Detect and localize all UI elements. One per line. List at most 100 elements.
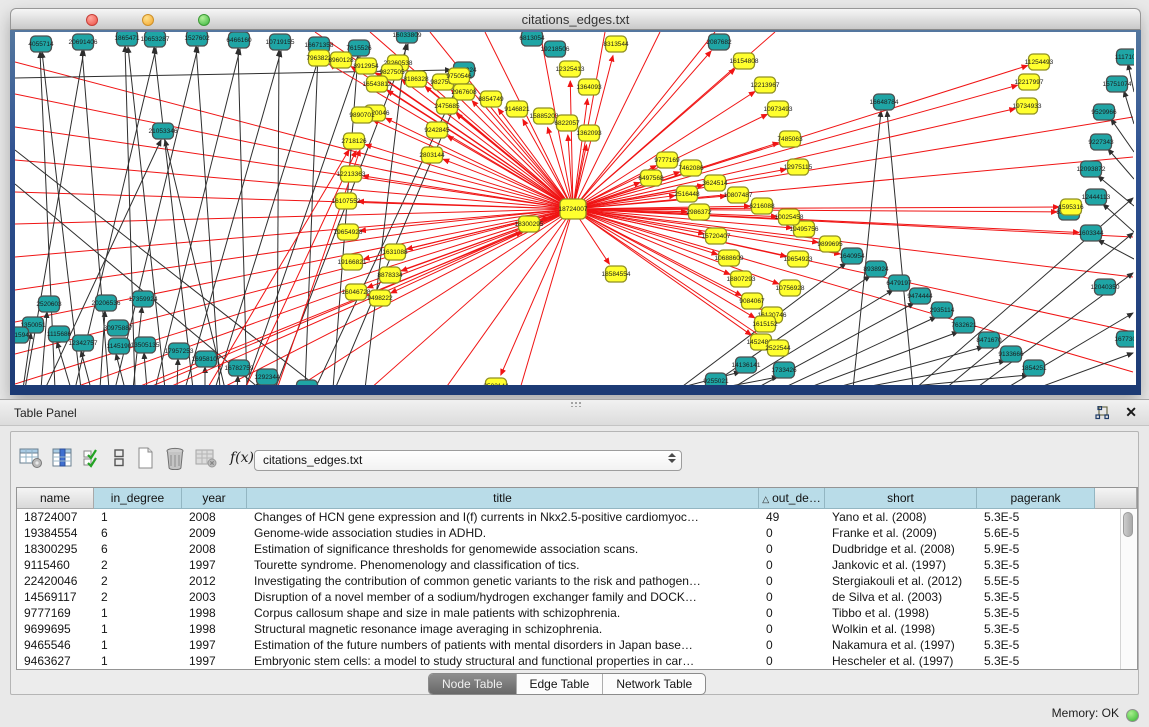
table-cell[interactable]: 0 [759, 557, 825, 573]
table-cell[interactable]: 0 [759, 525, 825, 541]
table-cell[interactable]: 18724007 [17, 509, 94, 525]
tab-network-table[interactable]: Network Table [602, 674, 705, 694]
table-cell[interactable]: 9463627 [17, 653, 94, 669]
table-cell[interactable]: 2 [94, 573, 182, 589]
network-canvas[interactable]: 4055714206914061865471106532871527602646… [15, 32, 1136, 385]
column-header-out_de[interactable]: △out_de… [759, 488, 825, 509]
table-cell[interactable]: 0 [759, 589, 825, 605]
table-cell[interactable]: 1997 [182, 653, 247, 669]
table-row[interactable]: 1830029562008Estimation of significance … [17, 541, 1137, 557]
row-options-button[interactable] [112, 448, 126, 468]
table-row[interactable]: 911546021997Tourette syndrome. Phenomeno… [17, 557, 1137, 573]
table-cell[interactable]: Jankovic et al. (1997) [825, 557, 977, 573]
table-cell[interactable]: 5.3E-5 [977, 637, 1095, 653]
table-cell[interactable]: 0 [759, 541, 825, 557]
table-scrollbar-thumb[interactable] [1123, 512, 1133, 537]
table-cell[interactable]: 5.5E-5 [977, 573, 1095, 589]
table-cell[interactable]: 2012 [182, 573, 247, 589]
table-cell[interactable]: 9465546 [17, 637, 94, 653]
table-cell[interactable]: Franke et al. (2009) [825, 525, 977, 541]
table-cell[interactable]: 49 [759, 509, 825, 525]
tab-node-table[interactable]: Node Table [429, 674, 516, 694]
table-row[interactable]: 1938455462009Genome-wide association stu… [17, 525, 1137, 541]
table-row[interactable]: 946362711997Embryonic stem cells: a mode… [17, 653, 1137, 669]
table-cell[interactable]: 1 [94, 605, 182, 621]
table-row[interactable]: 1872400712008Changes of HCN gene express… [17, 509, 1137, 525]
minimize-window-button[interactable] [142, 14, 154, 26]
table-cell[interactable]: Structural magnetic resonance image aver… [247, 621, 759, 637]
table-cell[interactable]: 5.3E-5 [977, 605, 1095, 621]
table-cell[interactable]: 5.9E-5 [977, 541, 1095, 557]
show-columns-button[interactable] [52, 447, 74, 469]
table-cell[interactable]: 5.3E-5 [977, 557, 1095, 573]
close-panel-icon[interactable]: ✕ [1125, 404, 1137, 420]
table-row[interactable]: 1456911722003Disruption of a novel membe… [17, 589, 1137, 605]
delete-column-button[interactable] [164, 447, 186, 470]
column-header-year[interactable]: year [182, 488, 247, 509]
table-cell[interactable]: de Silva et al. (2003) [825, 589, 977, 605]
column-header-in_degree[interactable]: in_degree [94, 488, 182, 509]
table-cell[interactable]: 9115460 [17, 557, 94, 573]
table-cell[interactable]: Yano et al. (2008) [825, 509, 977, 525]
table-cell[interactable]: 6 [94, 541, 182, 557]
table-cell[interactable]: 0 [759, 621, 825, 637]
table-cell[interactable]: 2008 [182, 541, 247, 557]
table-cell[interactable]: 5.3E-5 [977, 621, 1095, 637]
table-cell[interactable]: 1998 [182, 621, 247, 637]
table-cell[interactable]: 18300295 [17, 541, 94, 557]
column-header-name[interactable]: name [17, 488, 94, 509]
table-cell[interactable]: Tibbo et al. (1998) [825, 605, 977, 621]
table-cell[interactable]: 1997 [182, 557, 247, 573]
delete-table-button[interactable] [195, 447, 217, 469]
table-cell[interactable]: 5.3E-5 [977, 589, 1095, 605]
table-scrollbar[interactable] [1120, 509, 1137, 669]
function-builder-button[interactable]: f(x) [230, 450, 254, 466]
table-cell[interactable]: 0 [759, 573, 825, 589]
table-row[interactable]: 969969511998Structural magnetic resonanc… [17, 621, 1137, 637]
table-cell[interactable]: 1 [94, 653, 182, 669]
divider-grip-icon[interactable] [570, 401, 582, 407]
table-cell[interactable]: 2003 [182, 589, 247, 605]
table-cell[interactable]: 5.3E-5 [977, 653, 1095, 669]
table-cell[interactable]: 1 [94, 509, 182, 525]
table-cell[interactable]: Estimation of significance thresholds fo… [247, 541, 759, 557]
table-cell[interactable]: Corpus callosum shape and size in male p… [247, 605, 759, 621]
table-cell[interactable]: 19384554 [17, 525, 94, 541]
table-cell[interactable]: Hescheler et al. (1997) [825, 653, 977, 669]
table-cell[interactable]: 2009 [182, 525, 247, 541]
table-cell[interactable]: 5.3E-5 [977, 509, 1095, 525]
table-cell[interactable]: 14569117 [17, 589, 94, 605]
table-cell[interactable]: 2 [94, 557, 182, 573]
column-header-pagerank[interactable]: pagerank [977, 488, 1095, 509]
table-cell[interactable]: 22420046 [17, 573, 94, 589]
table-select-dropdown[interactable]: citations_edges.txt [254, 450, 682, 471]
table-cell[interactable]: Changes of HCN gene expression and I(f) … [247, 509, 759, 525]
table-cell[interactable]: 2 [94, 589, 182, 605]
table-row[interactable]: 977716911998Corpus callosum shape and si… [17, 605, 1137, 621]
table-cell[interactable]: 9699695 [17, 621, 94, 637]
zoom-window-button[interactable] [198, 14, 210, 26]
create-column-button[interactable] [135, 447, 155, 469]
select-columns-button[interactable] [83, 448, 103, 468]
close-window-button[interactable] [86, 14, 98, 26]
table-cell[interactable]: 0 [759, 637, 825, 653]
table-cell[interactable]: Stergiakouli et al. (2012) [825, 573, 977, 589]
table-row[interactable]: 946554611997Estimation of the future num… [17, 637, 1137, 653]
node-table[interactable]: namein_degreeyeartitle△out_de…shortpager… [16, 487, 1138, 670]
column-header-short[interactable]: short [825, 488, 977, 509]
table-cell[interactable]: 9777169 [17, 605, 94, 621]
table-cell[interactable]: Genome-wide association studies in ADHD. [247, 525, 759, 541]
tab-edge-table[interactable]: Edge Table [516, 674, 603, 694]
table-cell[interactable]: 5.6E-5 [977, 525, 1095, 541]
table-cell[interactable]: 1997 [182, 637, 247, 653]
table-cell[interactable]: 6 [94, 525, 182, 541]
table-cell[interactable]: 1 [94, 621, 182, 637]
window-titlebar[interactable]: citations_edges.txt [10, 8, 1141, 30]
float-panel-icon[interactable] [1095, 406, 1109, 420]
table-cell[interactable]: Dudbridge et al. (2008) [825, 541, 977, 557]
citation-network-graph[interactable]: 4055714206914061865471106532871527602646… [15, 32, 1134, 385]
table-cell[interactable]: Nakamura et al. (1997) [825, 637, 977, 653]
table-cell[interactable]: Investigating the contribution of common… [247, 573, 759, 589]
table-mode-button[interactable] [19, 447, 43, 469]
table-cell[interactable]: Tourette syndrome. Phenomenology and cla… [247, 557, 759, 573]
